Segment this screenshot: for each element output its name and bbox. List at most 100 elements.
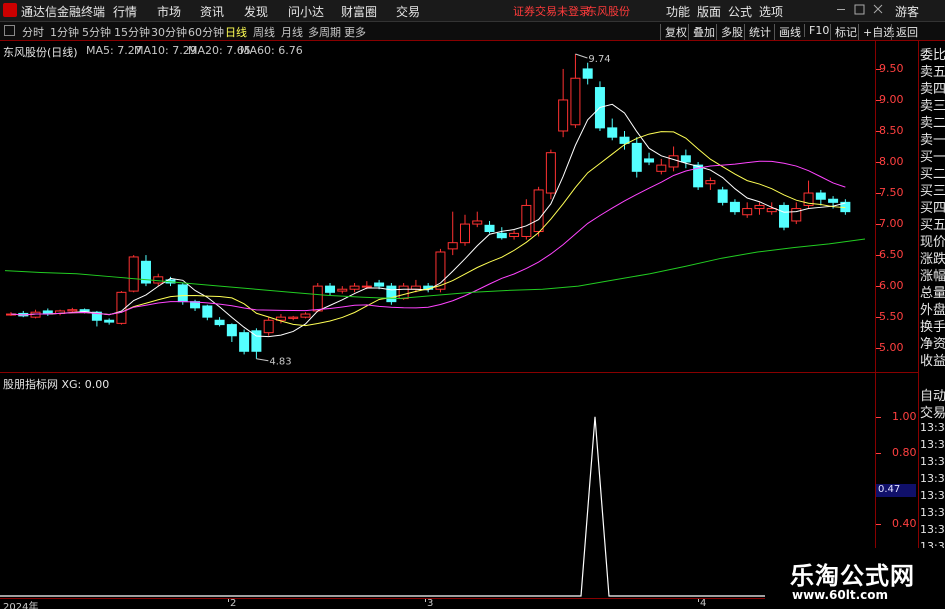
candle-body (79, 309, 90, 312)
toggle-panel-icon[interactable] (4, 25, 15, 36)
period-more[interactable]: 更多 (344, 24, 366, 40)
date-label-apr: 4 (700, 598, 707, 609)
candle-body (226, 324, 237, 337)
tick-time: 13:32 (920, 438, 945, 451)
price-axis-label: 5.00 (879, 341, 904, 355)
add-watchlist-button[interactable]: +自选 (858, 24, 894, 40)
candle-body (459, 223, 470, 244)
date-tick (698, 599, 699, 602)
period-daily[interactable]: 日线 (225, 24, 247, 40)
candle-body (815, 192, 826, 200)
menu-wealth[interactable]: 财富圈 (341, 3, 377, 20)
candle-body (447, 242, 458, 250)
candle-body (325, 285, 336, 293)
price-axis-label: 5.50 (879, 310, 904, 324)
ma5-line (10, 103, 846, 338)
price-axis-label: 9.00 (879, 92, 904, 106)
candle-body (386, 285, 397, 303)
period-multi[interactable]: 多周期 (308, 24, 341, 40)
candle-body (337, 288, 348, 292)
candle-body (754, 204, 765, 210)
period-timeshare[interactable]: 分时 (22, 24, 44, 40)
candle-body (545, 152, 556, 194)
date-label-mar: 3 (427, 598, 434, 609)
back-button[interactable]: 返回 (891, 24, 918, 40)
statistics-button[interactable]: 统计 (744, 24, 771, 40)
period-15min[interactable]: 15分钟 (114, 24, 150, 40)
stock-chart-title: 东风股份(日线) (3, 46, 78, 59)
indicator-chart[interactable] (0, 373, 875, 598)
period-5min[interactable]: 5分钟 (82, 24, 111, 40)
candle-body (828, 198, 839, 203)
current-stock: 东风股份 (586, 5, 630, 18)
candle-body (128, 256, 139, 292)
period-weekly[interactable]: 周线 (253, 24, 275, 40)
login-status[interactable]: 证券交易未登录 (513, 3, 590, 19)
guest-user[interactable]: 游客 (895, 3, 919, 20)
f10-button[interactable]: F10 (804, 24, 829, 37)
candle-body (374, 282, 385, 287)
candle-body (668, 155, 679, 168)
price-axis-label: 8.50 (879, 123, 904, 137)
overlay-button[interactable]: 叠加 (688, 24, 715, 40)
price-axis-label: 8.00 (879, 155, 904, 168)
menu-trade[interactable]: 交易 (396, 3, 420, 20)
indicator-tick (876, 452, 881, 454)
candle-body (582, 68, 593, 79)
menu-function[interactable]: 功能 (666, 3, 690, 20)
price-axis: 9.50 9.00 8.50 8.00 7.50 7.00 6.50 6.00 5.50 5.00 (875, 41, 918, 373)
menu-options[interactable]: 选项 (759, 3, 783, 20)
candle-body (521, 204, 532, 237)
date-tick (228, 599, 229, 602)
quote-label: 收益 (920, 354, 945, 369)
candle-body (779, 204, 790, 228)
candle-body (312, 285, 323, 312)
candle-body (717, 189, 728, 203)
candle-body (705, 180, 716, 185)
candle-body (239, 332, 250, 352)
tick-time: 13:32 (920, 421, 945, 434)
draw-line-button[interactable]: 画线 (774, 24, 801, 40)
candle-body (496, 232, 507, 239)
candle-body (607, 127, 618, 138)
candle-body (484, 224, 495, 233)
maximize-icon (854, 4, 865, 15)
adjust-button[interactable]: 复权 (660, 24, 687, 40)
candle-body (729, 201, 740, 213)
price-axis-label: 6.00 (879, 279, 904, 293)
date-label-feb: 2 (230, 598, 237, 609)
trade-mode-label[interactable]: 交易 (920, 402, 945, 421)
candle-body (177, 284, 188, 303)
candle-body (472, 220, 483, 225)
menu-news[interactable]: 资讯 (200, 3, 224, 20)
candle-body (67, 309, 78, 312)
window-controls[interactable] (835, 3, 885, 17)
tick-time: 13:32 (920, 506, 945, 519)
period-1min[interactable]: 1分钟 (50, 24, 79, 40)
menu-discover[interactable]: 发现 (244, 3, 268, 20)
period-monthly[interactable]: 月线 (281, 24, 303, 40)
candle-body (570, 77, 581, 126)
multi-stock-button[interactable]: 多股 (716, 24, 743, 40)
menu-bar: 通达信金融终端 行情 市场 资讯 发现 问小达 财富圈 交易 证券交易未登录 东… (0, 0, 945, 22)
mark-button[interactable]: 标记 (830, 24, 857, 40)
menu-formula[interactable]: 公式 (728, 3, 752, 20)
menu-ask[interactable]: 问小达 (288, 3, 324, 20)
menu-market[interactable]: 市场 (157, 3, 181, 20)
watermark-url: www.60lt.com (792, 588, 889, 602)
candlestick-chart[interactable]: 9.74 4.83 (0, 41, 875, 373)
candle-body (619, 136, 630, 144)
candle-body (300, 313, 311, 318)
menu-layout[interactable]: 版面 (697, 3, 721, 20)
menu-quotes[interactable]: 行情 (113, 3, 137, 20)
price-axis-label: 6.50 (879, 248, 904, 262)
tick-time: 13:32 (920, 489, 945, 502)
candle-body (361, 285, 372, 288)
candle-body (742, 208, 753, 216)
period-30min[interactable]: 30分钟 (151, 24, 187, 40)
app-title: 通达信金融终端 (21, 5, 106, 19)
low-price-marker: 4.83 (269, 357, 291, 368)
period-60min[interactable]: 60分钟 (188, 24, 224, 40)
candle-body (398, 285, 409, 300)
candle-body (153, 276, 164, 284)
